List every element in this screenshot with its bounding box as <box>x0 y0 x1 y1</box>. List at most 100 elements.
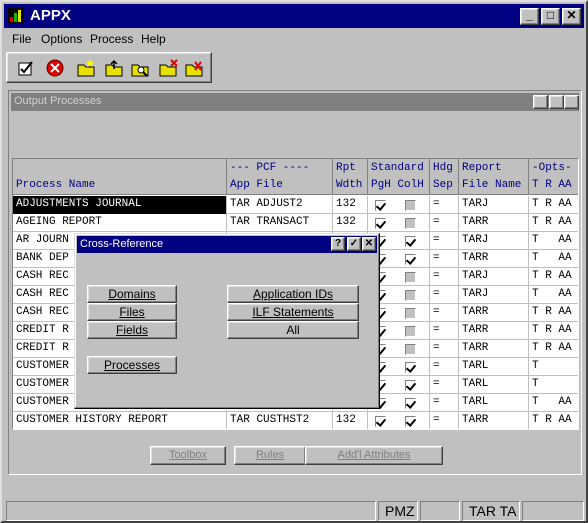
cell-sep[interactable]: = <box>430 376 459 394</box>
rules-button[interactable]: Rules <box>234 446 306 465</box>
cell-sep[interactable]: = <box>430 196 459 214</box>
help-button[interactable]: ? <box>533 95 548 109</box>
cell-sep[interactable]: = <box>430 286 459 304</box>
cell-opts[interactable]: T AA <box>529 250 578 268</box>
cell-sep[interactable]: = <box>430 322 459 340</box>
pgh-checkbox[interactable] <box>375 218 386 229</box>
cell-sep[interactable]: = <box>430 304 459 322</box>
cell-rpt[interactable]: 132 <box>333 214 368 232</box>
ok-button[interactable]: ✓ <box>549 95 564 109</box>
cell-file[interactable]: TARR <box>459 412 529 429</box>
cell-pcf[interactable]: TAR TRANSACT <box>227 214 333 232</box>
cell-sep[interactable]: = <box>430 250 459 268</box>
maximize-button[interactable]: □ <box>541 8 560 25</box>
cell-opts[interactable]: T R AA <box>529 268 578 286</box>
colh-checkbox[interactable] <box>405 380 416 391</box>
colh-checkbox[interactable] <box>405 362 416 373</box>
colh-checkbox[interactable] <box>405 254 416 265</box>
cell-file[interactable]: TARJ <box>459 196 529 214</box>
addl-attributes-button[interactable]: Add'l Attributes <box>305 446 443 465</box>
cell-sep[interactable]: = <box>430 214 459 232</box>
minimize-button[interactable]: _ <box>520 8 539 25</box>
cell-sep[interactable]: = <box>430 412 459 429</box>
standard-checkboxes[interactable] <box>368 196 430 214</box>
cell-opts[interactable]: T AA <box>529 286 578 304</box>
cell-opts[interactable]: T AA <box>529 394 578 412</box>
cell-sep[interactable]: = <box>430 394 459 412</box>
menu-help[interactable]: Help <box>141 32 166 46</box>
cell-file[interactable]: TARJ <box>459 232 529 250</box>
cell-sep[interactable]: = <box>430 358 459 376</box>
colh-checkbox[interactable] <box>405 398 416 409</box>
folder-new-icon[interactable] <box>75 57 97 79</box>
colh-checkbox[interactable] <box>405 326 416 337</box>
cell-opts[interactable]: T AA <box>529 232 578 250</box>
table-row[interactable]: ADJUSTMENTS JOURNAL TAR ADJUST2 132 = TARJ T … <box>13 196 578 214</box>
cell-sep[interactable]: = <box>430 232 459 250</box>
domains-button[interactable]: Domains <box>87 285 177 303</box>
cell-rpt[interactable]: 132 <box>333 412 368 429</box>
table-row[interactable]: CUSTOMER HISTORY REPORT TAR CUSTHST2 132 = T… <box>13 412 578 429</box>
menu-file[interactable]: File <box>12 32 31 46</box>
cell-opts[interactable]: T R AA <box>529 322 578 340</box>
cell-opts[interactable]: T R AA <box>529 340 578 358</box>
cell-opts[interactable]: T R AA <box>529 412 578 429</box>
help-button[interactable]: ? <box>331 237 345 251</box>
colh-checkbox[interactable] <box>405 200 416 211</box>
cell-sep[interactable]: = <box>430 268 459 286</box>
menu-process[interactable]: Process <box>90 32 133 46</box>
cell-file[interactable]: TARL <box>459 358 529 376</box>
folder-close-icon[interactable] <box>157 57 179 79</box>
standard-checkboxes[interactable] <box>368 214 430 232</box>
colh-checkbox[interactable] <box>405 272 416 283</box>
checkmark-doc-icon[interactable] <box>15 57 37 79</box>
cell-file[interactable]: TARR <box>459 214 529 232</box>
cell-opts[interactable]: T <box>529 376 578 394</box>
cell-name[interactable]: CUSTOMER HISTORY REPORT <box>13 412 227 429</box>
cell-file[interactable]: TARL <box>459 376 529 394</box>
cell-opts[interactable]: T R AA <box>529 196 578 214</box>
menu-options[interactable]: Options <box>41 32 82 46</box>
pgh-checkbox[interactable] <box>375 416 386 427</box>
cell-file[interactable]: TARJ <box>459 286 529 304</box>
fields-button[interactable]: Fields <box>87 321 177 339</box>
files-button[interactable]: Files <box>87 303 177 321</box>
colh-checkbox[interactable] <box>405 218 416 229</box>
cell-opts[interactable]: T <box>529 358 578 376</box>
colh-checkbox[interactable] <box>405 290 416 301</box>
cell-rpt[interactable]: 132 <box>333 196 368 214</box>
cell-file[interactable]: TARL <box>459 394 529 412</box>
cell-file[interactable]: TARR <box>459 250 529 268</box>
cell-opts[interactable]: T R AA <box>529 214 578 232</box>
table-row[interactable]: AGEING REPORT TAR TRANSACT 132 = TARR T R AA <box>13 214 578 232</box>
cell-file[interactable]: TARJ <box>459 268 529 286</box>
processes-button[interactable]: Processes <box>87 356 177 374</box>
colh-checkbox[interactable] <box>405 416 416 427</box>
cell-sep[interactable]: = <box>430 340 459 358</box>
close-button[interactable]: ✕ <box>562 8 581 25</box>
colh-checkbox[interactable] <box>405 236 416 247</box>
standard-checkboxes[interactable] <box>368 412 430 429</box>
ok-button[interactable]: ✓ <box>347 237 361 251</box>
cell-name[interactable]: AGEING REPORT <box>13 214 227 232</box>
colh-checkbox[interactable] <box>405 344 416 355</box>
cell-file[interactable]: TARR <box>459 322 529 340</box>
folder-search-icon[interactable] <box>129 57 151 79</box>
ilf-statements-button[interactable]: ILF Statements <box>227 303 359 321</box>
pgh-checkbox[interactable] <box>375 200 386 211</box>
cell-opts[interactable]: T R AA <box>529 304 578 322</box>
cell-name[interactable]: ADJUSTMENTS JOURNAL <box>13 196 227 214</box>
folder-check-icon[interactable] <box>183 57 205 79</box>
close-button[interactable]: ✕ <box>564 95 579 109</box>
cancel-icon[interactable] <box>44 57 66 79</box>
application-ids-button[interactable]: Application IDs <box>227 285 359 303</box>
cell-pcf[interactable]: TAR CUSTHST2 <box>227 412 333 429</box>
all-button[interactable]: All <box>227 321 359 339</box>
cell-pcf[interactable]: TAR ADJUST2 <box>227 196 333 214</box>
folder-up-icon[interactable] <box>103 57 125 79</box>
cell-file[interactable]: TARR <box>459 340 529 358</box>
cell-file[interactable]: TARR <box>459 304 529 322</box>
close-button[interactable]: ✕ <box>362 237 376 251</box>
colh-checkbox[interactable] <box>405 308 416 319</box>
toolbox-button[interactable]: Toolbox <box>150 446 226 465</box>
